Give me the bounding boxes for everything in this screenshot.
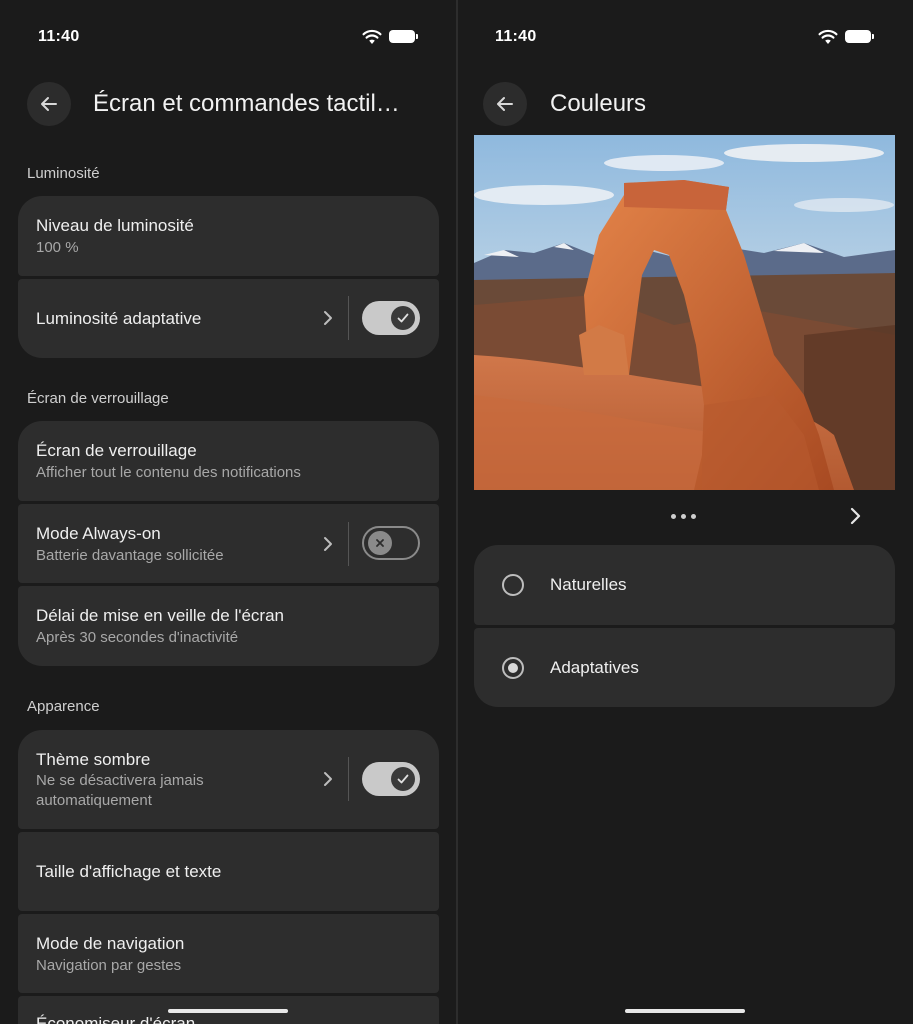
always-on-toggle[interactable] — [362, 526, 420, 560]
adaptive-brightness-item[interactable]: Luminosité adaptative — [18, 279, 439, 358]
chevron-right-icon[interactable] — [844, 505, 866, 527]
adaptive-brightness-toggle[interactable] — [362, 301, 420, 335]
status-time: 11:40 — [38, 28, 80, 45]
section-title-lock-screen: Écran de verrouillage — [27, 390, 169, 407]
battery-icon — [845, 30, 874, 43]
wifi-icon — [818, 29, 838, 44]
dark-theme-toggle[interactable] — [362, 762, 420, 796]
back-arrow-icon — [497, 97, 513, 111]
preview-image — [474, 135, 895, 490]
page-title: Couleurs — [550, 90, 647, 117]
item-subtitle: Navigation par gestes — [36, 957, 182, 974]
option-label: Naturelles — [550, 575, 627, 594]
item-subtitle: Ne se désactivera jamais automatiquement — [36, 772, 204, 809]
display-size-item[interactable]: Taille d'affichage et texte — [18, 832, 439, 911]
screen-timeout-item[interactable]: Délai de mise en veille de l'écran Après… — [18, 586, 439, 666]
option-label: Adaptatives — [550, 658, 639, 677]
check-icon — [397, 313, 409, 323]
radio-button-selected[interactable] — [502, 657, 524, 679]
home-indicator[interactable] — [168, 1009, 288, 1013]
item-subtitle: Batterie davantage sollicitée — [36, 547, 224, 564]
divider — [348, 757, 349, 801]
pagination-dots[interactable] — [671, 514, 696, 519]
section-title-appearance: Apparence — [27, 698, 100, 715]
color-option-natural[interactable]: Naturelles — [474, 545, 895, 625]
colors-screen: 11:40 Couleurs Naturelles Adaptatives — [458, 0, 913, 1024]
home-indicator[interactable] — [625, 1009, 745, 1013]
check-icon — [397, 774, 409, 784]
chevron-right-icon — [324, 311, 332, 325]
battery-icon — [389, 30, 418, 43]
divider — [348, 296, 349, 340]
back-arrow-icon — [41, 97, 57, 111]
item-title: Niveau de luminosité — [36, 216, 194, 235]
wifi-icon — [362, 29, 382, 44]
status-time: 11:40 — [495, 28, 537, 45]
item-title: Économiseur d'écran — [36, 1014, 196, 1024]
item-subtitle: Après 30 secondes d'inactivité — [36, 629, 239, 646]
item-title: Mode Always-on — [36, 524, 161, 543]
chevron-right-icon — [324, 537, 332, 551]
item-subtitle: Afficher tout le contenu des notificatio… — [36, 464, 301, 481]
chevron-right-icon — [324, 772, 332, 786]
section-title-brightness: Luminosité — [27, 165, 100, 182]
item-title: Taille d'affichage et texte — [36, 862, 222, 881]
back-button[interactable] — [27, 82, 71, 126]
dark-theme-item[interactable]: Thème sombre Ne se désactivera jamais au… — [18, 730, 439, 829]
page-title: Écran et commandes tactil… — [93, 90, 400, 117]
item-title: Délai de mise en veille de l'écran — [36, 606, 284, 625]
lock-screen-item[interactable]: Écran de verrouillage Afficher tout le c… — [18, 421, 439, 501]
divider — [348, 522, 349, 566]
brightness-level-item[interactable]: Niveau de luminosité 100 % — [18, 196, 439, 276]
display-settings-screen: 11:40 Écran et commandes tactil… Luminos… — [0, 0, 456, 1024]
navigation-mode-item[interactable]: Mode de navigation Navigation par gestes — [18, 914, 439, 993]
color-option-adaptive[interactable]: Adaptatives — [474, 628, 895, 707]
radio-button[interactable] — [502, 574, 524, 596]
item-subtitle: 100 % — [36, 239, 79, 256]
item-title: Écran de verrouillage — [36, 441, 197, 460]
item-title: Mode de navigation — [36, 934, 185, 953]
item-title: Luminosité adaptative — [36, 309, 202, 328]
close-icon — [376, 539, 384, 547]
always-on-item[interactable]: Mode Always-on Batterie davantage sollic… — [18, 504, 439, 583]
item-title: Thème sombre — [36, 750, 151, 769]
back-button[interactable] — [483, 82, 527, 126]
